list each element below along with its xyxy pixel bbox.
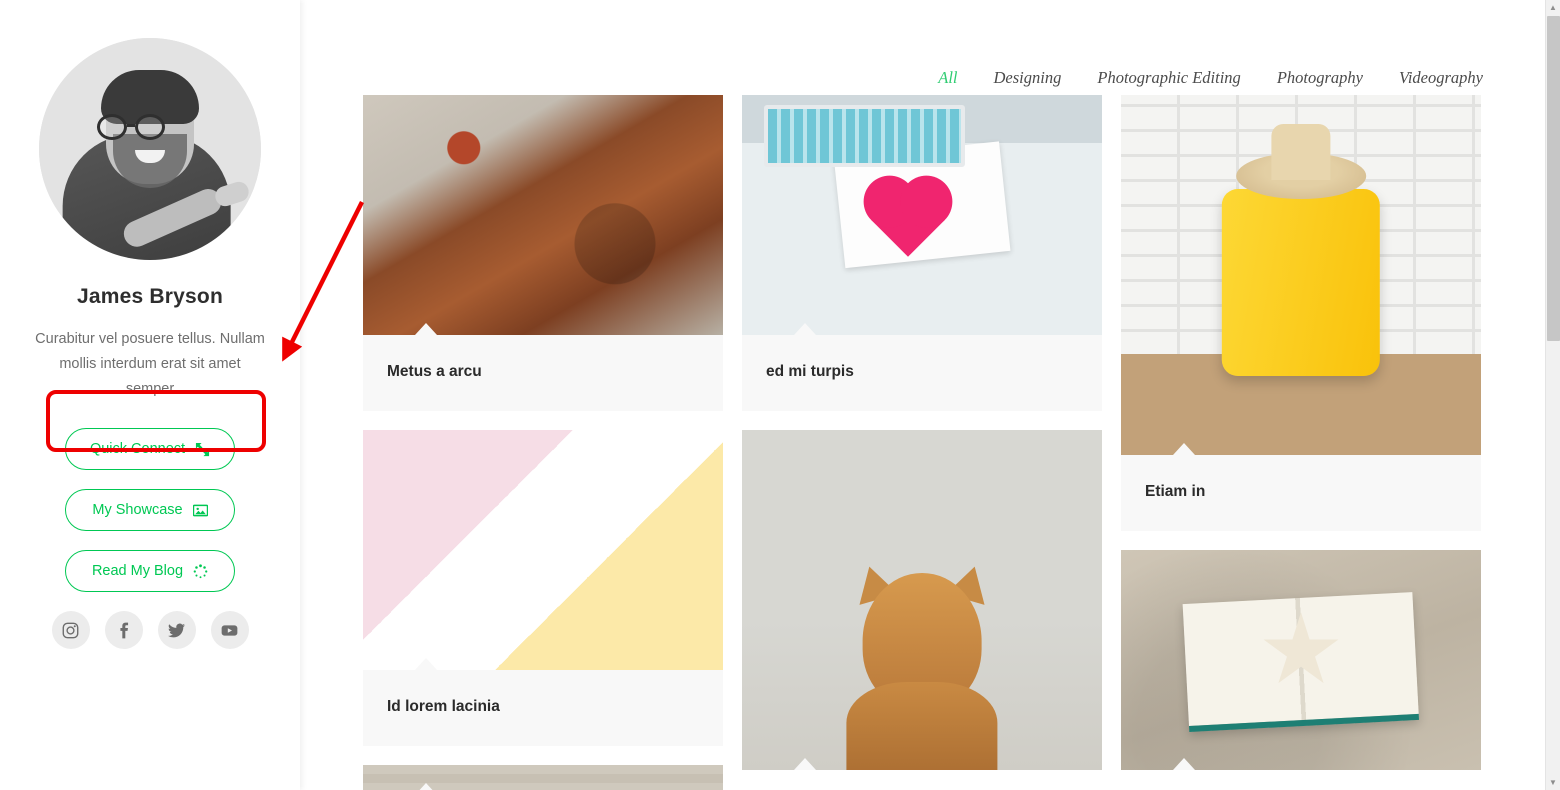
quick-connect-button[interactable]: Quick Connect [65, 428, 235, 470]
scroll-down-arrow-icon[interactable]: ▼ [1546, 775, 1560, 790]
heart-drawing-icon [870, 183, 945, 257]
page-root: James Bryson Curabitur vel posuere tellu… [0, 0, 1560, 790]
read-my-blog-label: Read My Blog [91, 563, 184, 579]
category-filter-nav: All Designing Photographic Editing Photo… [300, 0, 1545, 95]
read-my-blog-button[interactable]: Read My Blog [65, 550, 235, 592]
portfolio-column-2: ed mi turpis [742, 95, 1102, 790]
leather-craft-tools-image [363, 95, 723, 335]
scroll-up-arrow-icon[interactable]: ▲ [1546, 0, 1560, 15]
portfolio-card-etiam-in[interactable]: Etiam in [1121, 95, 1481, 531]
nav-item-photographic-editing[interactable]: Photographic Editing [1097, 68, 1240, 88]
profile-description: Curabitur vel posuere tellus. Nullam mol… [35, 331, 265, 397]
desk-stationery-flatlay-image [363, 430, 723, 670]
card-title: ed mi turpis [766, 363, 854, 380]
portrait-photo-icon [39, 38, 261, 260]
card-title: Id lorem lacinia [387, 698, 500, 715]
wood-texture-image [363, 765, 723, 790]
main-content: All Designing Photographic Editing Photo… [300, 0, 1545, 790]
profile-sidebar: James Bryson Curabitur vel posuere tellu… [0, 0, 300, 790]
orange-cat-looking-up-image [742, 430, 1102, 770]
my-showcase-button[interactable]: My Showcase [65, 489, 235, 531]
quick-connect-label: Quick Connect [89, 441, 186, 457]
youtube-icon[interactable] [210, 611, 249, 649]
my-showcase-label: My Showcase [92, 502, 183, 518]
spinner-dots-icon [193, 563, 208, 579]
facebook-icon[interactable] [104, 611, 143, 649]
nav-item-videography[interactable]: Videography [1399, 68, 1483, 88]
instagram-icon[interactable] [51, 611, 90, 649]
avatar [39, 38, 261, 260]
portfolio-column-3: Etiam in [1121, 95, 1481, 790]
portfolio-card-ed-mi-turpis[interactable]: ed mi turpis [742, 95, 1102, 411]
vertical-scrollbar[interactable]: ▲ ▼ [1545, 0, 1560, 790]
image-icon [192, 503, 208, 518]
portfolio-grid: Metus a arcu Id lorem lacinia ed mi turp… [300, 95, 1545, 790]
portfolio-card-cat[interactable] [742, 430, 1102, 770]
portfolio-column-1: Metus a arcu Id lorem lacinia [363, 95, 723, 790]
card-title: Metus a arcu [387, 363, 482, 380]
profile-action-buttons: Quick Connect My Showcase Read My Blog [0, 428, 300, 592]
portfolio-card-metus-a-arcu[interactable]: Metus a arcu [363, 95, 723, 411]
social-links [0, 611, 300, 649]
expand-arrows-icon [195, 442, 210, 457]
portfolio-card-id-lorem-lacinia[interactable]: Id lorem lacinia [363, 430, 723, 746]
profile-name: James Bryson [77, 285, 223, 308]
nav-item-designing[interactable]: Designing [994, 68, 1062, 88]
twitter-icon[interactable] [157, 611, 196, 649]
scrollbar-thumb[interactable] [1547, 16, 1560, 341]
yellow-suitcase-with-hat-image [1121, 95, 1481, 455]
card-title: Etiam in [1145, 483, 1206, 500]
portfolio-card-partial-bottom[interactable] [363, 765, 723, 790]
portfolio-card-book[interactable] [1121, 550, 1481, 770]
crayons-heart-drawing-image [742, 95, 1102, 335]
open-book-starfish-sand-image [1121, 550, 1481, 770]
nav-item-photography[interactable]: Photography [1277, 68, 1363, 88]
crayon-box-shape [763, 104, 966, 167]
nav-item-all[interactable]: All [938, 68, 957, 88]
